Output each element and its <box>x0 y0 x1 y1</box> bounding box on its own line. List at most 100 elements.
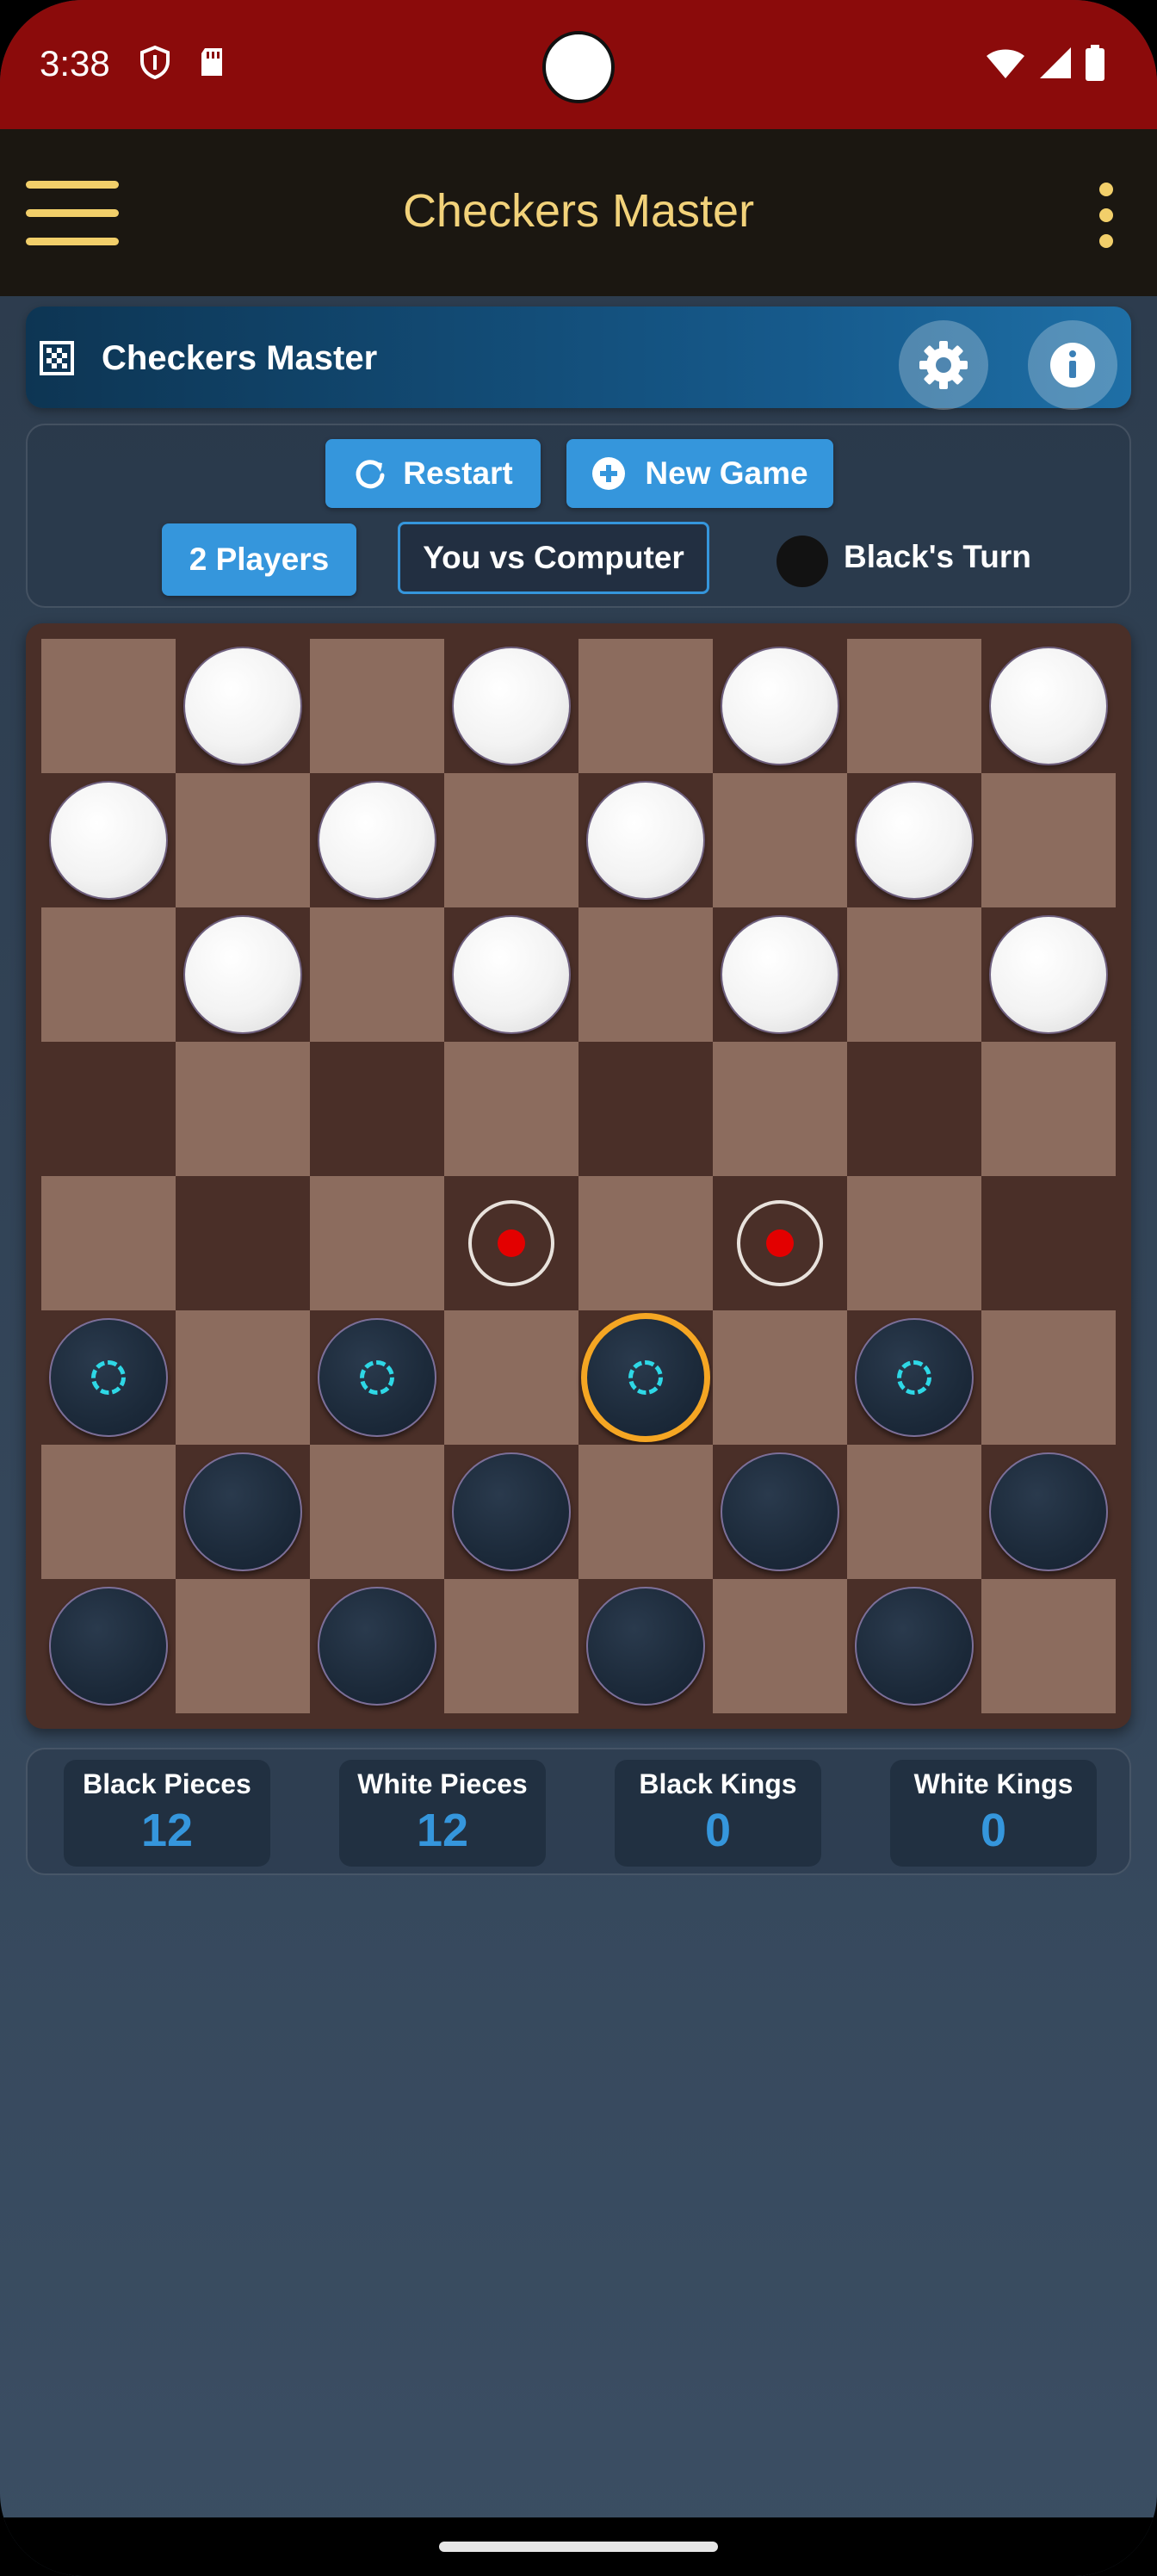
board-square[interactable] <box>444 1579 578 1713</box>
board-square[interactable] <box>847 1042 981 1176</box>
board-square[interactable] <box>41 907 176 1042</box>
board-square[interactable] <box>310 907 444 1042</box>
board-square[interactable] <box>578 773 713 907</box>
board-square[interactable] <box>847 1579 981 1713</box>
black-piece[interactable] <box>318 1318 436 1437</box>
home-gesture-handle[interactable] <box>439 2542 718 2552</box>
board-square[interactable] <box>41 1042 176 1176</box>
board-square[interactable] <box>41 1176 176 1310</box>
board-square[interactable] <box>444 1445 578 1579</box>
board-square[interactable] <box>444 1042 578 1176</box>
info-button[interactable] <box>1028 320 1117 410</box>
board-square[interactable] <box>847 639 981 773</box>
new-game-button[interactable]: New Game <box>566 439 833 508</box>
board-square[interactable] <box>847 773 981 907</box>
black-piece[interactable] <box>49 1318 168 1437</box>
possible-move-marker[interactable] <box>737 1200 823 1286</box>
board-square[interactable] <box>713 639 847 773</box>
board-square[interactable] <box>713 1042 847 1176</box>
board-square[interactable] <box>713 773 847 907</box>
board-square[interactable] <box>41 1445 176 1579</box>
board-square[interactable] <box>847 1310 981 1445</box>
white-piece[interactable] <box>183 915 302 1034</box>
board-square[interactable] <box>176 1176 310 1310</box>
black-piece[interactable] <box>318 1587 436 1706</box>
board-square[interactable] <box>713 1176 847 1310</box>
white-piece[interactable] <box>318 781 436 900</box>
board-square[interactable] <box>310 1310 444 1445</box>
black-piece[interactable] <box>855 1587 974 1706</box>
board-square[interactable] <box>981 1042 1116 1176</box>
board-square[interactable] <box>847 907 981 1042</box>
two-players-button[interactable]: 2 Players <box>162 523 356 596</box>
black-piece[interactable] <box>721 1452 839 1571</box>
board-square[interactable] <box>847 1445 981 1579</box>
board-square[interactable] <box>981 1579 1116 1713</box>
two-players-label: 2 Players <box>189 542 330 577</box>
white-piece[interactable] <box>452 915 571 1034</box>
board-square[interactable] <box>310 773 444 907</box>
white-piece[interactable] <box>989 915 1108 1034</box>
black-piece[interactable] <box>183 1452 302 1571</box>
board-square[interactable] <box>41 639 176 773</box>
board-square[interactable] <box>41 1310 176 1445</box>
board-square[interactable] <box>713 1579 847 1713</box>
board-square[interactable] <box>176 1310 310 1445</box>
board-square[interactable] <box>578 1176 713 1310</box>
white-piece[interactable] <box>452 647 571 765</box>
board-square[interactable] <box>444 1176 578 1310</box>
black-piece[interactable] <box>586 1587 705 1706</box>
board-square[interactable] <box>713 907 847 1042</box>
board-square[interactable] <box>578 1579 713 1713</box>
board-square[interactable] <box>847 1176 981 1310</box>
white-piece[interactable] <box>586 781 705 900</box>
board-square[interactable] <box>713 1445 847 1579</box>
board-square[interactable] <box>176 773 310 907</box>
board-square[interactable] <box>444 639 578 773</box>
selected-black-piece[interactable] <box>581 1313 710 1442</box>
board-square[interactable] <box>310 639 444 773</box>
board-square[interactable] <box>578 1445 713 1579</box>
board-square[interactable] <box>310 1042 444 1176</box>
board-square[interactable] <box>713 1310 847 1445</box>
board-square[interactable] <box>578 639 713 773</box>
white-piece[interactable] <box>721 647 839 765</box>
board-square[interactable] <box>981 1310 1116 1445</box>
board-square[interactable] <box>310 1445 444 1579</box>
board-square[interactable] <box>981 1445 1116 1579</box>
white-piece[interactable] <box>183 647 302 765</box>
status-icons <box>985 45 1105 81</box>
board-square[interactable] <box>578 1042 713 1176</box>
board-square[interactable] <box>981 907 1116 1042</box>
black-piece[interactable] <box>855 1318 974 1437</box>
overflow-menu-icon[interactable] <box>1093 183 1119 251</box>
black-piece[interactable] <box>989 1452 1108 1571</box>
black-piece[interactable] <box>452 1452 571 1571</box>
board-square[interactable] <box>176 1445 310 1579</box>
vs-computer-button[interactable]: You vs Computer <box>398 522 709 594</box>
white-piece[interactable] <box>49 781 168 900</box>
restart-button[interactable]: Restart <box>325 439 541 508</box>
white-piece[interactable] <box>721 915 839 1034</box>
board-square[interactable] <box>310 1176 444 1310</box>
white-piece[interactable] <box>855 781 974 900</box>
possible-move-marker[interactable] <box>468 1200 554 1286</box>
board-square[interactable] <box>444 907 578 1042</box>
board-square[interactable] <box>981 773 1116 907</box>
board-square[interactable] <box>176 1579 310 1713</box>
board-square[interactable] <box>41 1579 176 1713</box>
white-piece[interactable] <box>989 647 1108 765</box>
settings-button[interactable] <box>899 320 988 410</box>
board-square[interactable] <box>176 907 310 1042</box>
black-piece[interactable] <box>49 1587 168 1706</box>
board-square[interactable] <box>444 773 578 907</box>
board-square[interactable] <box>981 639 1116 773</box>
board-square[interactable] <box>578 907 713 1042</box>
board-square[interactable] <box>981 1176 1116 1310</box>
board-square[interactable] <box>444 1310 578 1445</box>
board-square[interactable] <box>578 1310 713 1445</box>
board-square[interactable] <box>41 773 176 907</box>
board-square[interactable] <box>176 639 310 773</box>
board-square[interactable] <box>310 1579 444 1713</box>
board-square[interactable] <box>176 1042 310 1176</box>
